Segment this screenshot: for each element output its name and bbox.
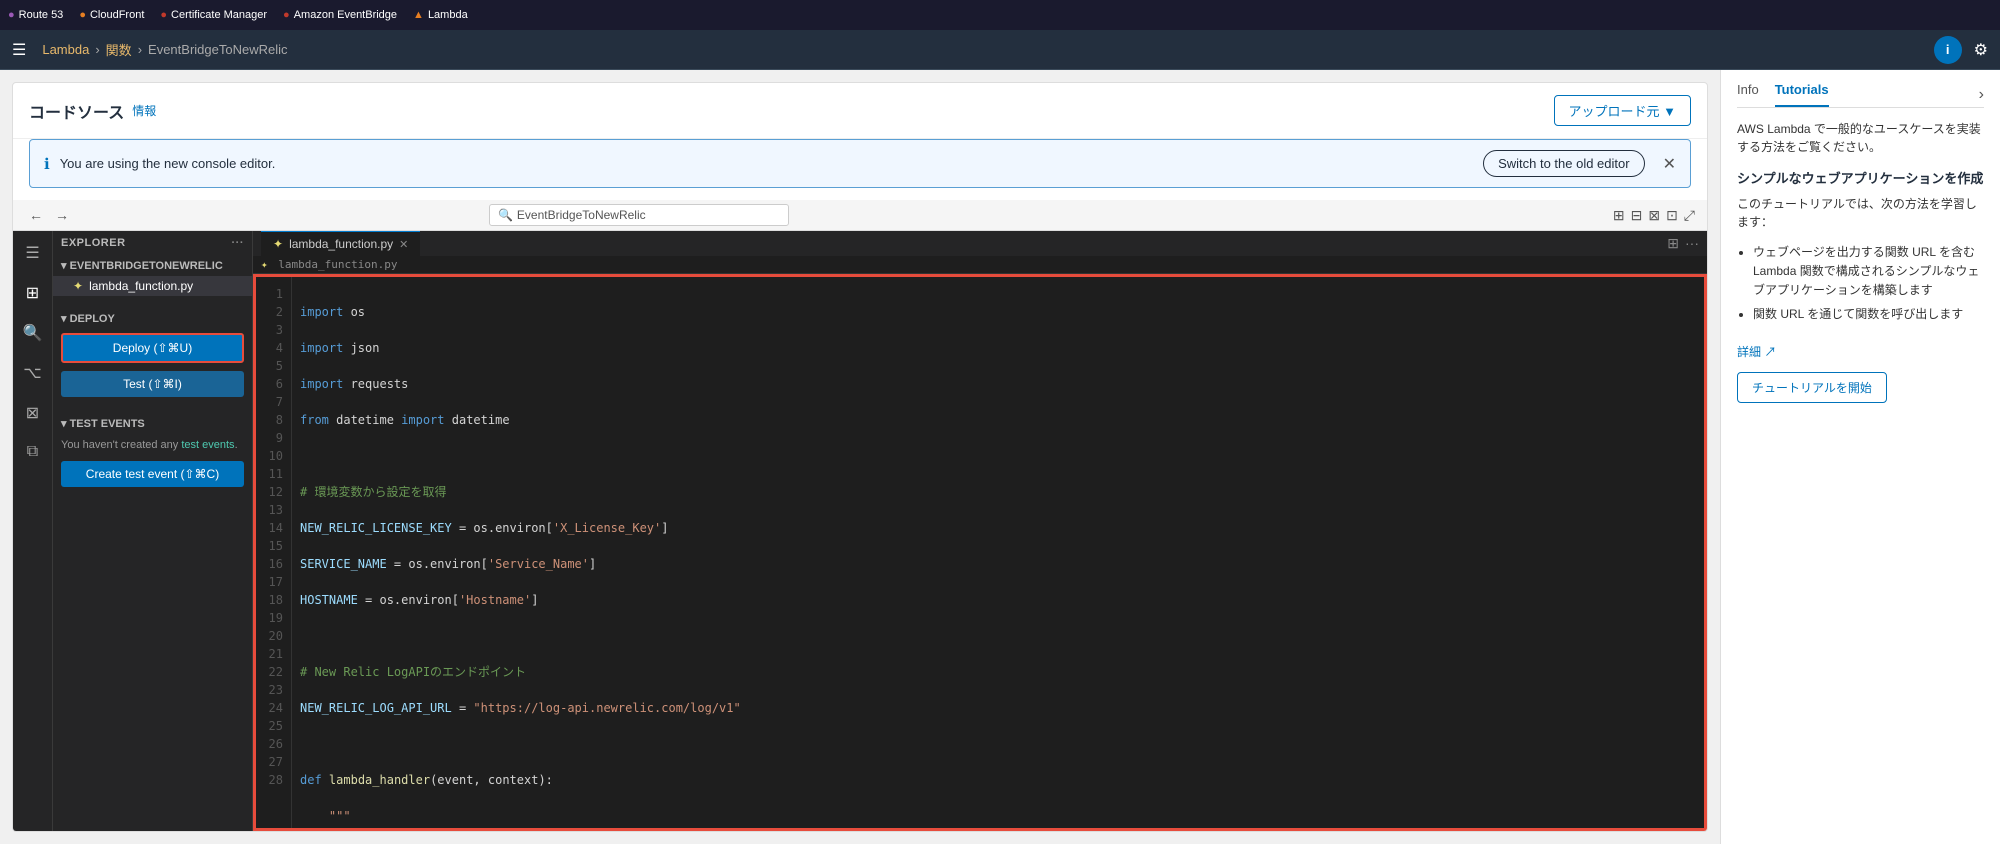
nav-item-cert-manager[interactable]: ● Certificate Manager: [160, 9, 267, 21]
breadcrumb-current: EventBridgeToNewRelic: [148, 42, 287, 57]
explorer-folder[interactable]: ▾ EVENTBRIDGETONEWRELIC: [53, 255, 252, 276]
settings-icon[interactable]: ⚙: [1974, 40, 1988, 60]
breadcrumb: Lambda › 関数 › EventBridgeToNewRelic: [42, 40, 287, 59]
user-icon[interactable]: i: [1934, 36, 1962, 64]
deploy-section: ▾ DEPLOY Deploy (⇧⌘U) Test (⇧⌘I): [53, 308, 252, 401]
info-badge[interactable]: 情報: [132, 102, 156, 119]
eventbridge-icon: ●: [283, 9, 290, 21]
line-numbers: 12345 678910 1112131415 1617181920 21222…: [256, 277, 292, 831]
route53-icon: ●: [8, 9, 15, 21]
breadcrumb-lambda[interactable]: Lambda: [42, 42, 89, 57]
tutorial-start-button[interactable]: チュートリアルを開始: [1737, 372, 1887, 403]
layout-icon[interactable]: ⊡: [1666, 207, 1678, 224]
deploy-button[interactable]: Deploy (⇧⌘U): [61, 333, 244, 363]
search-icon: 🔍: [498, 208, 513, 222]
lambda-icon: ▲: [413, 9, 424, 21]
sidebar-git-icon[interactable]: ⌥: [19, 359, 45, 387]
code-panel: ✦ lambda_function.py ✕ ⊞ ··· ✦ lambda_fu…: [253, 231, 1707, 831]
aws-header: ☰ Lambda › 関数 › EventBridgeToNewRelic i …: [0, 30, 2000, 70]
test-events-section: ▾ TEST EVENTS You haven't created any te…: [53, 413, 252, 491]
center-content: コードソース 情報 アップロード元 ▼ ℹ You are using the …: [0, 70, 1720, 844]
explorer-header: EXPLORER ···: [53, 231, 252, 255]
switch-editor-button[interactable]: Switch to the old editor: [1483, 150, 1645, 177]
code-area[interactable]: 12345 678910 1112131415 1617181920 21222…: [253, 274, 1707, 831]
test-events-link[interactable]: test events: [181, 439, 234, 451]
tab-info[interactable]: Info: [1737, 82, 1759, 107]
main-layout: コードソース 情報 アップロード元 ▼ ℹ You are using the …: [0, 70, 2000, 844]
file-path-bar: ✦ lambda_function.py: [253, 256, 1707, 274]
code-source-header: コードソース 情報 アップロード元 ▼: [13, 83, 1707, 139]
code-source-title: コードソース: [29, 99, 124, 123]
file-tab-close-button[interactable]: ✕: [399, 238, 408, 251]
editor-more-icon[interactable]: ···: [1685, 235, 1699, 252]
python-file-icon: ✦: [73, 279, 83, 293]
editor-sidebar: ☰ ⊞ 🔍 ⌥ ⊠ ⧉: [13, 231, 53, 831]
bullet-2: 関数 URL を通じて関数を呼び出します: [1753, 305, 1984, 324]
code-content[interactable]: import os import json import requests fr…: [292, 277, 1704, 831]
explorer-file-lambda[interactable]: ✦ lambda_function.py: [53, 276, 252, 296]
editor-toolbar: ← → 🔍 EventBridgeToNewRelic ⊞ ⊟ ⊠ ⊡ ⤢: [13, 200, 1707, 231]
right-panel: Info Tutorials › AWS Lambda で一般的なユースケースを…: [1720, 70, 2000, 844]
right-panel-heading: シンプルなウェブアプリケーションを作成: [1737, 168, 1984, 187]
nav-item-cloudfront[interactable]: ● CloudFront: [79, 9, 144, 21]
detail-link[interactable]: 詳細 ↗: [1737, 345, 1776, 359]
hamburger-menu[interactable]: ☰: [12, 40, 26, 60]
tab-tutorials[interactable]: Tutorials: [1775, 82, 1829, 107]
sidebar-hamburger-icon[interactable]: ☰: [21, 239, 43, 267]
test-button[interactable]: Test (⇧⌘I): [61, 371, 244, 397]
nav-item-route53[interactable]: ● Route 53: [8, 9, 63, 21]
file-tab[interactable]: ✦ lambda_function.py ✕: [261, 231, 420, 256]
create-test-button[interactable]: Create test event (⇧⌘C): [61, 461, 244, 487]
file-path-text: lambda_function.py: [278, 258, 397, 271]
editor-view-icons: ⊞ ⊟ ⊠ ⊡ ⤢: [1613, 207, 1695, 224]
file-tab-icon: ✦: [273, 237, 283, 251]
split-editor-icon[interactable]: ⊞: [1667, 235, 1679, 252]
explorer-file-name: lambda_function.py: [89, 279, 193, 293]
sidebar-debug-icon[interactable]: ⊠: [22, 399, 43, 427]
code-source-panel: コードソース 情報 アップロード元 ▼ ℹ You are using the …: [12, 82, 1708, 832]
cloudfront-icon: ●: [79, 9, 86, 21]
sidebar-extensions-icon[interactable]: ⧉: [23, 439, 42, 465]
sidebar-explorer-icon[interactable]: ⊞: [22, 279, 43, 307]
fullscreen-icon[interactable]: ⤢: [1684, 207, 1695, 224]
right-panel-description: このチュートリアルでは、次の方法を学習します：: [1737, 195, 1984, 231]
columns-icon[interactable]: ⊠: [1648, 207, 1660, 224]
right-panel-intro: AWS Lambda で一般的なユースケースを実装する方法をご覧ください。: [1737, 120, 1984, 156]
file-explorer: EXPLORER ··· ▾ EVENTBRIDGETONEWRELIC ✦ l…: [53, 231, 253, 831]
cert-icon: ●: [160, 9, 167, 21]
deploy-header[interactable]: ▾ DEPLOY: [53, 308, 252, 329]
nav-item-lambda[interactable]: ▲ Lambda: [413, 9, 468, 21]
test-events-header[interactable]: ▾ TEST EVENTS: [53, 413, 252, 434]
code-editor-wrapper: ☰ ⊞ 🔍 ⌥ ⊠ ⧉ EXPLORER ··· ▾ EVENTBRIDGETO…: [13, 231, 1707, 831]
explorer-title: EXPLORER: [61, 237, 126, 249]
bullet-1: ウェブページを出力する関数 URL を含む Lambda 関数で構成されるシンプ…: [1753, 243, 1984, 301]
file-tab-icons: ⊞ ···: [1667, 235, 1699, 252]
file-tab-label: lambda_function.py: [289, 237, 393, 251]
editor-nav: ← →: [25, 205, 73, 225]
top-nav: ● Route 53 ● CloudFront ● Certificate Ma…: [0, 0, 2000, 30]
forward-button[interactable]: →: [51, 205, 73, 225]
notice-bar: ℹ You are using the new console editor. …: [29, 139, 1691, 188]
notice-text: You are using the new console editor.: [60, 156, 1473, 171]
test-events-text: You haven't created any test events.: [53, 434, 252, 457]
grid-view-icon[interactable]: ⊟: [1631, 207, 1643, 224]
notice-close-button[interactable]: ✕: [1663, 154, 1676, 174]
right-panel-tabs: Info Tutorials ›: [1737, 82, 1984, 108]
nav-item-eventbridge[interactable]: ● Amazon EventBridge: [283, 9, 397, 21]
right-panel-expand-button[interactable]: ›: [1979, 86, 1984, 104]
sidebar-search-icon[interactable]: 🔍: [19, 319, 47, 347]
right-panel-bullets: ウェブページを出力する関数 URL を含む Lambda 関数で構成されるシンプ…: [1737, 243, 1984, 324]
header-right: i ⚙: [1934, 36, 1988, 64]
file-tab-bar: ✦ lambda_function.py ✕ ⊞ ···: [253, 231, 1707, 256]
back-button[interactable]: ←: [25, 205, 47, 225]
explorer-menu-button[interactable]: ···: [232, 237, 245, 249]
search-text: EventBridgeToNewRelic: [517, 208, 646, 222]
code-area-inner: 12345 678910 1112131415 1617181920 21222…: [256, 277, 1704, 831]
breadcrumb-functions[interactable]: 関数: [106, 40, 132, 59]
info-circle-icon: ℹ: [44, 155, 50, 173]
editor-search[interactable]: 🔍 EventBridgeToNewRelic: [489, 204, 789, 226]
split-view-icon[interactable]: ⊞: [1613, 207, 1625, 224]
file-path-icon: ✦: [261, 258, 268, 271]
upload-button[interactable]: アップロード元 ▼: [1554, 95, 1691, 126]
